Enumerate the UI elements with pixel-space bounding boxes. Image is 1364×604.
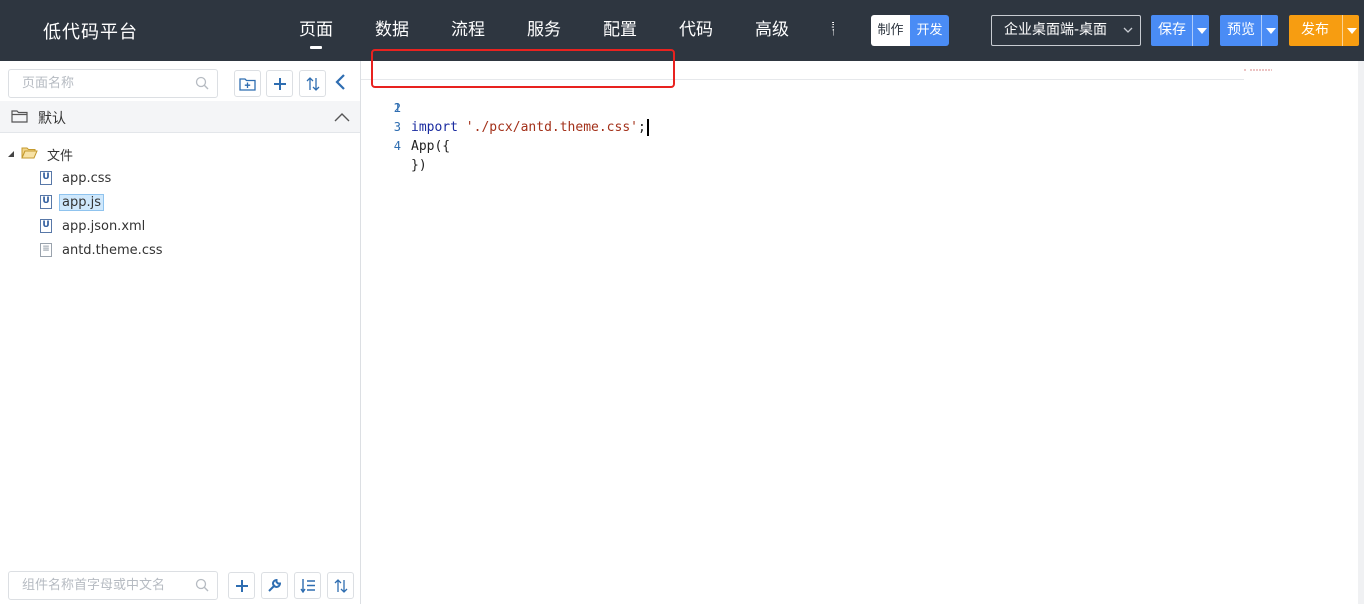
- plus-icon: [273, 77, 286, 90]
- sort-icon: [334, 578, 347, 593]
- sort-icon: [306, 76, 319, 91]
- sort-components-button[interactable]: [327, 572, 354, 599]
- tree-file-item[interactable]: U app.json.xml: [40, 215, 148, 237]
- code-text: App({: [411, 139, 451, 154]
- annotation-highlight-box: [371, 49, 675, 88]
- nav-item-advanced[interactable]: 高级: [734, 0, 810, 60]
- add-page-button[interactable]: [266, 70, 293, 97]
- minimap-marker: [1244, 61, 1274, 71]
- component-toolbar: [0, 571, 360, 601]
- plain-file-icon: ≡: [40, 243, 52, 257]
- code-file-icon: U: [40, 171, 52, 185]
- component-search: [8, 571, 218, 600]
- section-title: 默认: [38, 111, 66, 127]
- folder-add-icon: [239, 78, 256, 91]
- wrench-button[interactable]: [261, 572, 288, 599]
- list-order-button[interactable]: [294, 572, 321, 599]
- folder-icon: [11, 109, 28, 127]
- code-file-icon: U: [40, 195, 52, 209]
- line-number: 4: [393, 139, 401, 153]
- mode-dev-button[interactable]: 开发: [910, 15, 949, 46]
- tree-file-label: app.js: [59, 193, 104, 211]
- mode-make-button[interactable]: 制作: [871, 15, 910, 46]
- mode-toggle: 制作 开发: [871, 15, 949, 46]
- brand-title: 低代码平台: [43, 22, 138, 43]
- folder-open-icon: [21, 146, 38, 163]
- nav-item-help[interactable]: 帮助: [810, 0, 834, 60]
- tree-root-label: 文件: [47, 148, 74, 164]
- page-search: [8, 69, 218, 98]
- save-split-button: 保存: [1151, 15, 1209, 46]
- left-panel: 默认 文件 U app.css U app.js U app.json.xml: [0, 61, 361, 604]
- add-component-button[interactable]: [228, 572, 255, 599]
- device-select-value: 企业桌面端-桌面: [1004, 22, 1108, 38]
- chevron-down-icon: [1123, 16, 1133, 57]
- nav-item-page[interactable]: 页面: [278, 0, 354, 60]
- tree-file-item[interactable]: ≡ antd.theme.css: [40, 239, 166, 261]
- save-dropdown-icon[interactable]: [1192, 15, 1209, 46]
- publish-dropdown-icon[interactable]: [1342, 15, 1359, 46]
- chevron-up-icon[interactable]: [334, 111, 350, 126]
- preview-split-button: 预览: [1220, 15, 1278, 46]
- preview-dropdown-icon[interactable]: [1261, 15, 1278, 46]
- list-order-icon: [299, 579, 315, 593]
- sort-button[interactable]: [299, 70, 326, 97]
- code-text: }): [411, 158, 427, 173]
- tree-file-label: antd.theme.css: [62, 242, 163, 258]
- preview-button[interactable]: 预览: [1220, 15, 1261, 46]
- section-header[interactable]: 默认: [0, 101, 360, 133]
- publish-button[interactable]: 发布: [1289, 15, 1342, 46]
- publish-split-button: 发布: [1289, 15, 1359, 46]
- collapse-panel-icon[interactable]: [334, 73, 348, 95]
- tree-file-label: app.json.xml: [62, 218, 146, 234]
- search-icon: [195, 578, 209, 596]
- tree-file-label: app.css: [62, 170, 112, 186]
- device-select[interactable]: 企业桌面端-桌面: [991, 15, 1141, 46]
- tree-file-item-selected[interactable]: U app.js: [40, 191, 104, 213]
- component-search-input[interactable]: [9, 572, 217, 599]
- code-line[interactable]: 4 }): [361, 118, 1261, 173]
- search-icon: [195, 76, 209, 94]
- code-line[interactable]: 3 App({: [361, 99, 1261, 154]
- editor-scrollbar[interactable]: [1358, 61, 1364, 604]
- expand-triangle-icon[interactable]: [7, 147, 15, 162]
- code-file-icon: U: [40, 219, 52, 233]
- add-folder-button[interactable]: [234, 70, 261, 97]
- page-search-input[interactable]: [9, 70, 217, 97]
- save-button[interactable]: 保存: [1151, 15, 1192, 46]
- top-bar: 低代码平台 页面数据流程服务配置代码高级帮助 制作 开发 企业桌面端-桌面 保存…: [0, 0, 1364, 61]
- tree-file-item[interactable]: U app.css: [40, 167, 114, 189]
- tree-root[interactable]: 文件: [7, 143, 76, 165]
- plus-icon: [235, 579, 248, 592]
- wrench-icon: [268, 578, 282, 592]
- code-editor[interactable]: 1 import './pcx/antd.theme.css'; 2 3 App…: [361, 49, 1364, 604]
